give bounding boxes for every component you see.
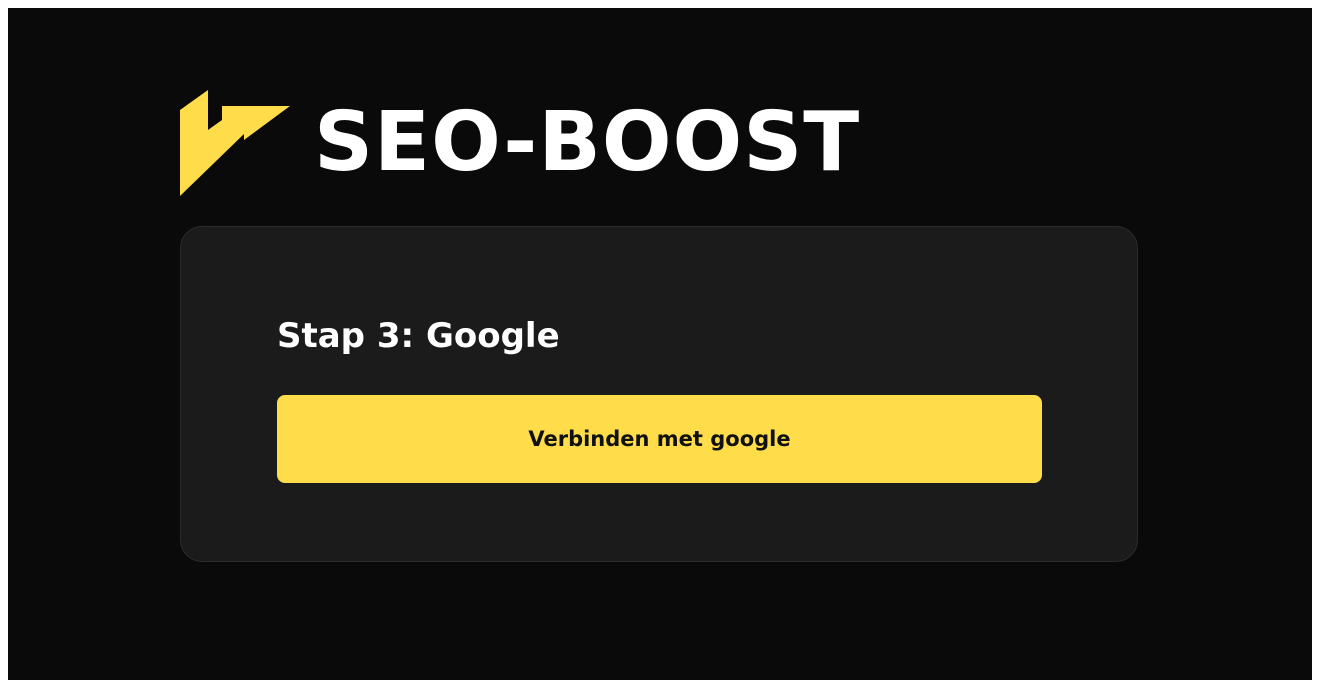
page-viewport: SEO-BOOST Stap 3: Google Verbinden met g…	[8, 8, 1312, 680]
setup-step-card: Stap 3: Google Verbinden met google	[180, 226, 1138, 562]
brand-name: SEO-BOOST	[314, 95, 861, 190]
lightning-bolt-icon	[180, 90, 290, 196]
brand-logo: SEO-BOOST	[178, 88, 860, 198]
connect-google-button[interactable]: Verbinden met google	[277, 395, 1042, 483]
step-title: Stap 3: Google	[277, 316, 560, 356]
